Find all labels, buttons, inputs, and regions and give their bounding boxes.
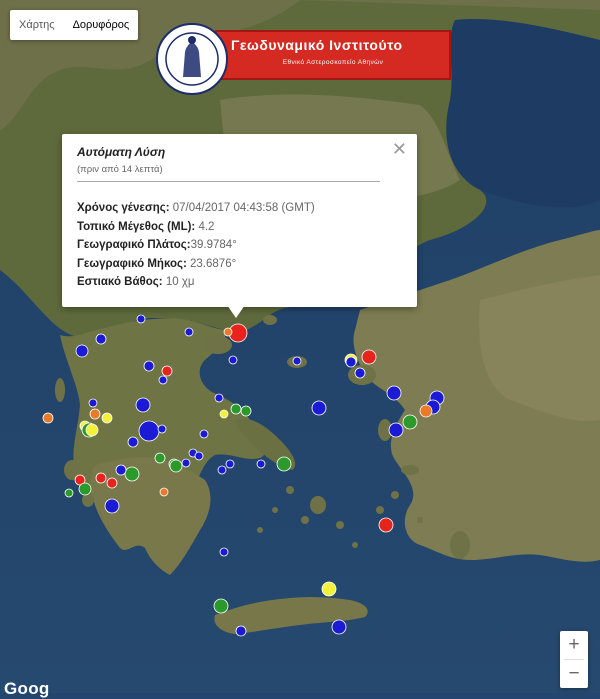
earthquake-marker-blue[interactable] xyxy=(158,375,168,385)
earthquake-marker-blue[interactable] xyxy=(127,436,139,448)
seal-icon xyxy=(156,23,228,95)
map-canvas[interactable] xyxy=(0,0,600,693)
earthquake-marker-yellow[interactable] xyxy=(321,581,337,597)
earthquake-marker-blue[interactable] xyxy=(184,327,194,337)
earthquake-marker-blue[interactable] xyxy=(219,547,229,557)
earthquake-marker-red[interactable] xyxy=(378,517,394,533)
earthquake-marker-green[interactable] xyxy=(154,452,166,464)
earthquake-marker-red[interactable] xyxy=(161,365,173,377)
earthquake-marker-orange[interactable] xyxy=(223,327,233,337)
earthquake-marker-blue[interactable] xyxy=(104,498,120,514)
close-icon[interactable]: ✕ xyxy=(392,139,407,160)
earthquake-marker-green[interactable] xyxy=(230,403,242,415)
map-type-map-button[interactable]: Χάρτης xyxy=(10,10,64,40)
earthquake-marker-blue[interactable] xyxy=(388,422,404,438)
earthquake-marker-red[interactable] xyxy=(361,349,377,365)
detail-origin-time: Χρόνος γένεσης: 07/04/2017 04:43:58 (GMT… xyxy=(77,202,315,214)
earthquake-marker-orange[interactable] xyxy=(159,487,169,497)
island-chalkidiki xyxy=(204,336,232,354)
earthquake-marker-blue[interactable] xyxy=(292,356,302,366)
earthquake-marker-blue[interactable] xyxy=(256,459,266,469)
zoom-out-button[interactable]: − xyxy=(560,660,588,688)
earthquake-marker-green[interactable] xyxy=(402,414,418,430)
earthquake-marker-blue[interactable] xyxy=(95,333,107,345)
map-type-control: Χάρτης Δορυφόρος xyxy=(10,10,139,40)
earthquake-marker-green[interactable] xyxy=(240,405,252,417)
earthquake-marker-orange[interactable] xyxy=(419,404,433,418)
earthquake-marker-blue[interactable] xyxy=(88,398,98,408)
earthquake-marker-green[interactable] xyxy=(124,466,140,482)
detail-depth: Εστιακό Βάθος: 10 χμ xyxy=(77,276,195,288)
zoom-control: + − xyxy=(560,631,588,688)
earthquake-marker-red[interactable] xyxy=(95,472,107,484)
popup-details: Χρόνος γένεσης: 07/04/2017 04:43:58 (GMT… xyxy=(77,199,315,292)
earthquake-marker-blue[interactable] xyxy=(143,360,155,372)
earthquake-marker-blue[interactable] xyxy=(136,314,146,324)
earthquake-marker-red[interactable] xyxy=(106,477,118,489)
detail-latitude: Γεωγραφικό Πλάτος:39.9784° xyxy=(77,239,237,251)
logo-banner: Γεωδυναμικό Ινστιτούτο Εθνικό Αστεροσκοπ… xyxy=(215,30,451,80)
earthquake-marker-blue[interactable] xyxy=(354,367,366,379)
earthquake-marker-yellow[interactable] xyxy=(85,423,99,437)
island-corfu xyxy=(55,378,65,402)
earthquake-marker-blue[interactable] xyxy=(345,356,357,368)
earthquake-marker-blue[interactable] xyxy=(235,625,247,637)
earthquake-marker-blue[interactable] xyxy=(228,355,238,365)
zoom-in-button[interactable]: + xyxy=(560,631,588,659)
earthquake-marker-blue[interactable] xyxy=(138,420,160,442)
earthquake-marker-blue[interactable] xyxy=(225,459,235,469)
map-type-satellite-button[interactable]: Δορυφόρος xyxy=(64,10,139,40)
logo-subtitle: Εθνικό Αστεροσκοπείο Αθηνών xyxy=(282,59,384,66)
earthquake-marker-orange[interactable] xyxy=(89,408,101,420)
popup-heading: Αυτόματη Λύση xyxy=(77,145,166,159)
earthquake-marker-blue[interactable] xyxy=(135,397,151,413)
earthquake-marker-green[interactable] xyxy=(276,456,292,472)
island-thasos xyxy=(263,315,277,325)
logo-title: Γεωδυναμικό Ινστιτούτο xyxy=(231,37,403,53)
earthquake-marker-blue[interactable] xyxy=(311,400,327,416)
earthquake-marker-blue[interactable] xyxy=(194,451,204,461)
earthquake-marker-green[interactable] xyxy=(169,459,183,473)
island-samos xyxy=(401,465,419,475)
detail-longitude: Γεωγραφικό Μήκος: 23.6876° xyxy=(77,257,237,270)
island-rhodes xyxy=(450,531,470,559)
black-sea xyxy=(446,19,600,208)
earthquake-marker-blue[interactable] xyxy=(386,385,402,401)
earthquake-marker-yellow[interactable] xyxy=(219,409,229,419)
info-window-pointer xyxy=(227,305,245,318)
earthquake-marker-blue[interactable] xyxy=(157,424,167,434)
earthquake-marker-blue[interactable] xyxy=(115,464,127,476)
earthquake-marker-blue[interactable] xyxy=(75,344,89,358)
earthquake-marker-yellow[interactable] xyxy=(101,412,113,424)
earthquake-marker-blue[interactable] xyxy=(214,393,224,403)
earthquake-marker-blue[interactable] xyxy=(331,619,347,635)
info-window: ✕ Αυτόματη Λύση (πριν από 14 λεπτά) Χρόν… xyxy=(62,134,417,318)
earthquake-marker-green[interactable] xyxy=(78,482,92,496)
detail-magnitude: Τοπικό Μέγεθος (ML): 4.2 xyxy=(77,220,215,233)
institute-logo: Γεωδυναμικό Ινστιτούτο Εθνικό Αστεροσκοπ… xyxy=(155,22,455,96)
island-naxos xyxy=(310,496,326,514)
earthquake-marker-blue[interactable] xyxy=(199,429,209,439)
earthquake-marker-blue[interactable] xyxy=(217,465,227,475)
earthquake-marker-orange[interactable] xyxy=(42,412,54,424)
google-attribution: Goog xyxy=(4,679,50,698)
earthquake-marker-green[interactable] xyxy=(64,488,74,498)
popup-divider xyxy=(77,181,380,182)
earthquake-marker-green[interactable] xyxy=(213,598,229,614)
popup-time-ago: (πριν από 14 λεπτά) xyxy=(77,164,163,175)
earthquake-marker-blue[interactable] xyxy=(181,458,191,468)
